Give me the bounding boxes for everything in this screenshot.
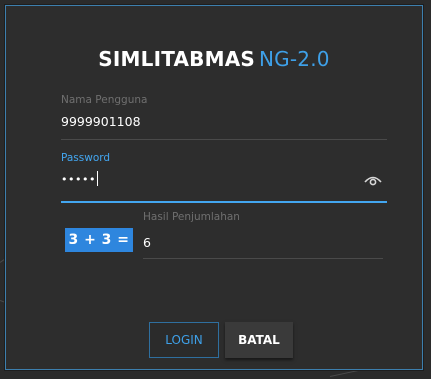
captcha-answer-input[interactable]: 6	[143, 235, 151, 250]
password-input-wrapper[interactable]: •••••	[61, 171, 98, 186]
username-input[interactable]: 9999901108	[61, 114, 141, 129]
app-version: NG-2.0	[259, 47, 330, 71]
username-underline	[61, 139, 387, 140]
captcha-answer-field[interactable]: Hasil Penjumlahan 6	[143, 211, 383, 259]
password-label: Password	[61, 152, 111, 164]
app-title: SIMLITABMAS NG-2.0	[6, 46, 422, 72]
captcha-question: 3 + 3 =	[65, 228, 133, 252]
login-dialog: SIMLITABMAS NG-2.0 Nama Pengguna 99999011…	[5, 5, 423, 370]
username-field[interactable]: Nama Pengguna 9999901108	[61, 94, 387, 140]
captcha-answer-underline	[143, 258, 383, 259]
captcha-answer-label: Hasil Penjumlahan	[143, 211, 240, 223]
password-underline	[61, 201, 387, 203]
text-caret	[96, 171, 98, 186]
password-field[interactable]: Password •••••	[61, 152, 387, 204]
eye-icon[interactable]	[364, 174, 382, 186]
login-button[interactable]: LOGIN	[149, 322, 219, 358]
app-brand: SIMLITABMAS	[98, 47, 256, 71]
username-label: Nama Pengguna	[61, 94, 148, 106]
cancel-button[interactable]: BATAL	[225, 322, 293, 358]
password-input[interactable]: •••••	[61, 173, 96, 186]
